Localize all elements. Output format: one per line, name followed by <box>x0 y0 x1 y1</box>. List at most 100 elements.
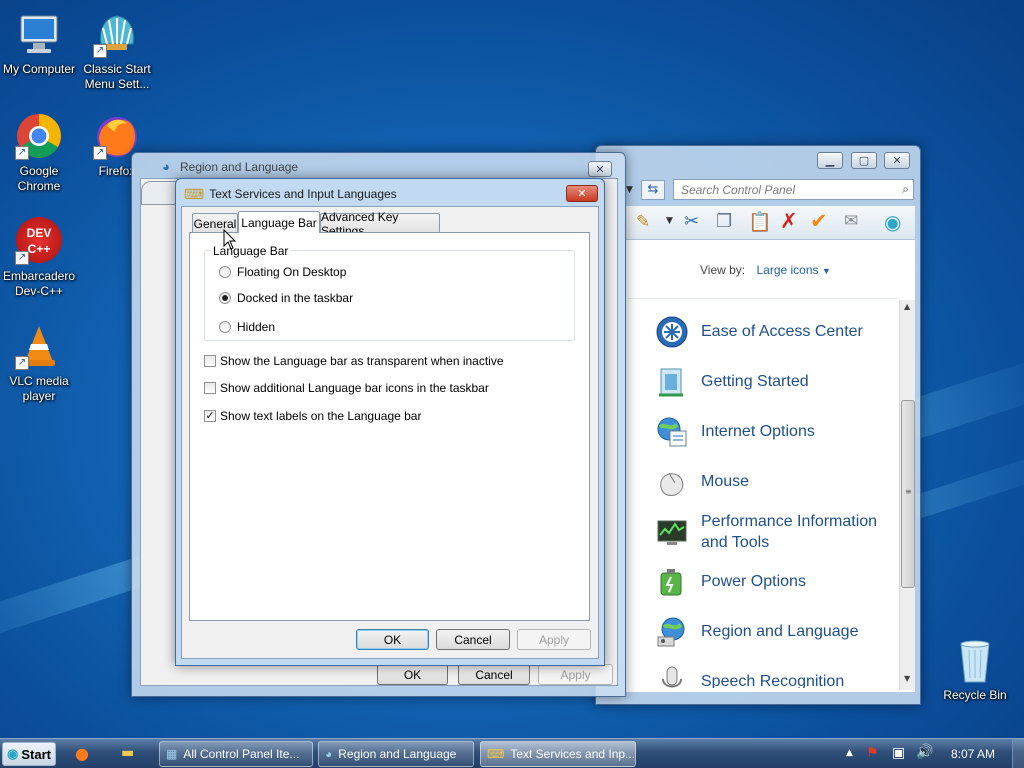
desktop-icon-recycle-bin[interactable]: Recycle Bin <box>935 636 1015 703</box>
getting-started-icon <box>655 365 689 399</box>
radio-docked-in-taskbar[interactable]: Docked in the taskbar <box>219 291 353 305</box>
mouse-icon <box>655 465 689 499</box>
desktop-icon-label: Classic Start Menu Sett... <box>83 62 151 91</box>
cp-item-region-language[interactable]: Region and Language <box>655 615 891 649</box>
taskbar-task-text-services[interactable]: ⌨ Text Services and Inp... <box>480 741 636 767</box>
shortcut-arrow-icon: ↗ <box>15 146 29 160</box>
checkbox-label: Show additional Language bar icons in th… <box>220 381 489 395</box>
scrollbar[interactable]: ▲ ≡ ▼ <box>899 300 915 690</box>
paste-icon[interactable]: 📋 <box>748 210 772 233</box>
cancel-button[interactable]: Cancel <box>436 629 510 650</box>
globe-icon: ◕ <box>325 747 333 761</box>
close-button[interactable]: ✕ <box>588 161 612 177</box>
task-label: Text Services and Inp... <box>510 747 636 761</box>
desktop-icon-my-computer[interactable]: My Computer <box>0 10 79 77</box>
ok-button[interactable]: OK <box>356 629 429 650</box>
properties-icon[interactable]: ✎ <box>636 212 650 232</box>
view-by-bar: View by: Large icons ▼ <box>700 263 831 277</box>
show-desktop-button[interactable] <box>1012 739 1024 768</box>
copy-icon[interactable]: ❐ <box>716 211 732 232</box>
folder-icon[interactable]: ▬ <box>121 745 134 761</box>
mouse-cursor-icon <box>223 228 237 254</box>
taskbar-task-region-language[interactable]: ◕ Region and Language <box>318 741 474 767</box>
computer-icon <box>15 10 63 58</box>
chevron-down-icon: ▼ <box>821 266 831 276</box>
cp-item-label: Region and Language <box>701 623 859 640</box>
speech-recognition-icon <box>655 665 689 688</box>
cp-item-ease-of-access[interactable]: Ease of Access Center <box>655 315 891 349</box>
region-ok-button[interactable]: OK <box>377 664 448 685</box>
shortcut-arrow-icon: ↗ <box>15 356 29 370</box>
cut-icon[interactable]: ✂ <box>684 211 699 232</box>
shortcut-arrow-icon: ↗ <box>93 146 107 160</box>
desktop-icon-chrome[interactable]: ↗ Google Chrome <box>0 112 79 194</box>
network-icon[interactable]: ▣ <box>892 745 905 761</box>
firefox-icon[interactable]: ● <box>75 744 89 763</box>
radio-button[interactable] <box>219 292 231 304</box>
action-center-icon[interactable]: ⚑ <box>866 745 879 761</box>
checkbox-transparent-when-inactive[interactable]: Show the Language bar as transparent whe… <box>204 354 504 368</box>
region-apply-button[interactable]: Apply <box>538 664 613 685</box>
tab-advanced-key-settings[interactable]: Advanced Key Settings <box>320 210 440 238</box>
devcpp-icon: DEV C++ ↗ <box>15 217 63 265</box>
checkbox[interactable] <box>204 355 216 367</box>
view-by-dropdown[interactable]: Large icons ▼ <box>756 263 830 277</box>
volume-icon[interactable]: 🔊 <box>916 744 933 760</box>
recycle-bin-icon <box>951 636 999 684</box>
cp-item-internet-options[interactable]: Internet Options <box>655 415 891 449</box>
radio-button[interactable] <box>219 321 231 333</box>
radio-hidden[interactable]: Hidden <box>219 320 275 334</box>
radio-button[interactable] <box>219 266 231 278</box>
scroll-down-arrow[interactable]: ▼ <box>904 674 910 683</box>
scroll-thumb[interactable]: ≡ <box>901 400 915 588</box>
cp-item-mouse[interactable]: Mouse <box>655 465 891 499</box>
internet-options-icon <box>655 415 689 449</box>
desktop-icon-devcpp[interactable]: DEV C++ ↗ Embarcadero Dev-C++ <box>0 217 79 299</box>
checkbox-text-labels[interactable]: ✓ Show text labels on the Language bar <box>204 409 421 423</box>
close-button[interactable]: ✕ <box>566 185 598 202</box>
close-button[interactable]: ✕ <box>884 152 910 169</box>
start-button[interactable]: ◉ Start <box>2 742 56 766</box>
minimize-button[interactable]: ▁ <box>817 152 843 169</box>
cp-item-speech-recognition[interactable]: Speech Recognition <box>655 665 891 688</box>
delete-icon[interactable]: ✗ <box>780 209 798 233</box>
region-language-icon <box>655 615 689 649</box>
search-icon[interactable]: ⌕ <box>902 182 909 197</box>
shell-icon[interactable]: ◉ <box>884 210 901 234</box>
taskbar-task-control-panel[interactable]: ▦ All Control Panel Ite... <box>159 741 313 767</box>
clock[interactable]: 8:07 AM <box>951 747 995 761</box>
tab-language-bar[interactable]: Language Bar <box>238 211 320 233</box>
maximize-button[interactable]: ▢ <box>851 152 877 169</box>
radio-floating-on-desktop[interactable]: Floating On Desktop <box>219 265 346 279</box>
toolbar: ✎ ▼ ✂ ❐ 📋 ✗ ✔ ✉ ◉ <box>626 206 915 240</box>
view-by-value: Large icons <box>756 263 819 277</box>
region-tab-stub[interactable] <box>141 181 177 205</box>
power-options-icon <box>655 565 689 599</box>
desktop-icon-vlc[interactable]: ↗ VLC media player <box>0 322 79 404</box>
dialog-title: Text Services and Input Languages <box>209 187 397 201</box>
checkmark-icon[interactable]: ✔ <box>810 209 828 233</box>
show-hidden-icons-arrow[interactable]: ▲ <box>846 748 853 758</box>
cp-item-label: Getting Started <box>701 373 809 390</box>
checkbox[interactable]: ✓ <box>204 410 216 422</box>
cp-item-power-options[interactable]: Power Options <box>655 565 891 599</box>
checkbox-additional-icons[interactable]: Show additional Language bar icons in th… <box>204 381 489 395</box>
cp-item-getting-started[interactable]: Getting Started <box>655 365 891 399</box>
desktop-icon-label: My Computer <box>2 62 76 76</box>
cp-item-label: Speech Recognition <box>701 673 845 688</box>
region-cancel-button[interactable]: Cancel <box>458 664 530 685</box>
mail-icon[interactable]: ✉ <box>844 211 858 231</box>
scroll-up-arrow[interactable]: ▲ <box>904 302 910 311</box>
desktop-icon-classic-start-menu[interactable]: ↗ Classic Start Menu Sett... <box>77 10 157 92</box>
search-input[interactable]: Search Control Panel ⌕ <box>673 179 914 200</box>
dropdown-arrow-icon[interactable]: ▼ <box>666 216 673 226</box>
radio-label: Floating On Desktop <box>237 265 347 279</box>
refresh-button[interactable]: ⇆ <box>641 180 665 200</box>
checkbox[interactable] <box>204 382 216 394</box>
dropdown-arrow-icon[interactable]: ▼ <box>626 181 638 199</box>
cp-item-performance[interactable]: Performance Information and Tools <box>655 511 891 553</box>
control-panel-icon: ▦ <box>166 747 178 761</box>
task-label: All Control Panel Ite... <box>183 747 300 761</box>
shortcut-arrow-icon: ↗ <box>15 251 29 265</box>
apply-button[interactable]: Apply <box>517 629 591 650</box>
